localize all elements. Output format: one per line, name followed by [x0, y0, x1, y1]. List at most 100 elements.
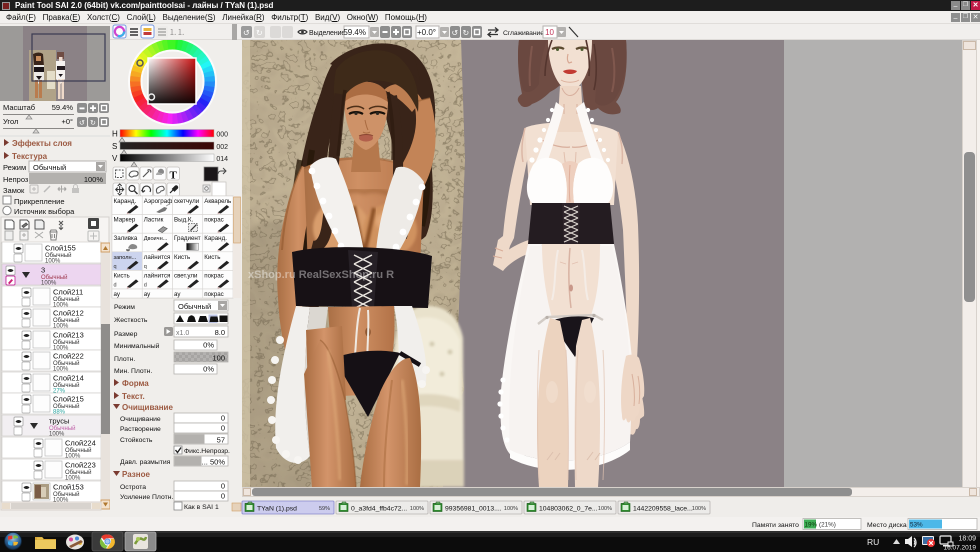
svg-text:Двоичн...: Двоичн...: [144, 236, 168, 242]
svg-text:100: 100: [212, 354, 225, 363]
svg-text:0%: 0%: [203, 365, 214, 374]
svg-text:16.07.2019: 16.07.2019: [943, 545, 976, 552]
svg-text:0: 0: [221, 424, 225, 433]
svg-text:3: 3: [41, 266, 45, 275]
svg-text:заполн...: заполн...: [114, 255, 137, 261]
svg-text:Слой153: Слой153: [53, 483, 84, 492]
svg-text:000: 000: [216, 132, 228, 139]
svg-text:+0°: +0°: [61, 117, 73, 126]
svg-text:S: S: [112, 142, 117, 151]
svg-text:↺: ↺: [452, 29, 459, 38]
svg-text:Очищивание: Очищивание: [120, 416, 161, 423]
svg-text:⒈⒈: ⒈⒈: [169, 28, 185, 37]
svg-text:100%: 100%: [504, 506, 518, 512]
svg-text:скетчули: скетчули: [174, 198, 200, 205]
svg-text:100%: 100%: [53, 324, 69, 330]
svg-text:10: 10: [545, 28, 554, 37]
svg-text:Слой223: Слой223: [65, 461, 96, 470]
svg-text:Масштаб: Масштаб: [3, 103, 35, 112]
svg-text:Слой213: Слой213: [53, 331, 84, 340]
svg-text:Слой211: Слой211: [53, 288, 83, 297]
svg-text:Аэрограф: Аэрограф: [144, 198, 173, 205]
svg-text:100%: 100%: [410, 506, 424, 512]
svg-text:0: 0: [221, 414, 225, 423]
svg-text:... 50%: ... 50%: [202, 458, 226, 467]
svg-text:покрас: покрас: [204, 272, 223, 279]
svg-text:Слой212: Слой212: [53, 309, 84, 318]
svg-text:T: T: [170, 170, 178, 182]
svg-text:Ластик: Ластик: [144, 217, 164, 224]
svg-text:100%: 100%: [65, 476, 81, 482]
svg-text:Острота: Острота: [120, 484, 146, 491]
svg-text:Слой224: Слой224: [65, 439, 96, 448]
svg-text:100%: 100%: [49, 432, 65, 438]
svg-text:x1.0: x1.0: [176, 330, 189, 337]
svg-text:100%: 100%: [41, 281, 57, 287]
svg-text:Слой222: Слой222: [53, 352, 84, 361]
svg-text:Режим: Режим: [114, 304, 135, 311]
svg-text:19%: 19%: [805, 522, 818, 529]
svg-text:Кисть: Кисть: [174, 254, 190, 261]
svg-text:TYaN (1).psd: TYaN (1).psd: [257, 506, 297, 513]
svg-text:↺: ↺: [79, 120, 85, 127]
svg-text:ау: ау: [114, 291, 121, 298]
svg-text:Прикрепление: Прикрепление: [14, 197, 65, 206]
svg-text:Кисть: Кисть: [204, 254, 220, 261]
svg-text:Эффекты слоя: Эффекты слоя: [12, 139, 72, 148]
svg-text:Фикс.Непрозр.: Фикс.Непрозр.: [184, 448, 230, 455]
svg-text:Размер: Размер: [114, 331, 138, 338]
svg-text:100%: 100%: [45, 259, 61, 265]
svg-text:↻: ↻: [90, 120, 96, 127]
svg-text:Непроз.: Непроз.: [3, 175, 30, 184]
svg-text:↺: ↺: [243, 29, 250, 38]
svg-text:Памяти занято: Памяти занято: [752, 522, 799, 529]
svg-text:002: 002: [216, 144, 228, 151]
svg-text:Каранд.: Каранд.: [114, 198, 137, 205]
svg-text:014: 014: [216, 156, 228, 163]
svg-text:Слой214: Слой214: [53, 374, 84, 383]
svg-text:V: V: [112, 154, 118, 163]
svg-text:Выделение: Выделение: [309, 30, 345, 37]
svg-text:Обычный: Обычный: [33, 163, 66, 172]
svg-text:RU: RU: [867, 537, 879, 547]
svg-text:Заливка: Заливка: [114, 235, 138, 242]
svg-text:59.4%: 59.4%: [343, 28, 366, 37]
svg-text:покрас: покрас: [204, 217, 223, 224]
svg-text:Минимальный: Минимальный: [114, 342, 160, 350]
svg-text:Место диска: Место диска: [867, 522, 907, 529]
svg-text:+0.0°: +0.0°: [417, 28, 436, 37]
svg-text:d: d: [114, 282, 117, 288]
svg-text:Разное: Разное: [122, 470, 150, 479]
svg-text:Маркер: Маркер: [114, 217, 136, 224]
svg-text:104803062_0_7e...: 104803062_0_7e...: [539, 506, 598, 513]
svg-text:Давл. размытия: Давл. размытия: [120, 459, 171, 466]
svg-text:покрас: покрас: [204, 291, 223, 298]
svg-text:d: d: [144, 282, 147, 288]
svg-text:Мин. Плотн.: Мин. Плотн.: [114, 368, 152, 375]
svg-text:Растворение: Растворение: [120, 426, 161, 433]
svg-text:↻: ↻: [256, 29, 263, 38]
svg-text:Слой215: Слой215: [53, 395, 84, 404]
svg-text:100%: 100%: [53, 367, 69, 373]
svg-text:0%: 0%: [203, 341, 214, 350]
svg-text:Обычный: Обычный: [178, 302, 211, 311]
svg-text:Каранд.: Каранд.: [204, 235, 227, 242]
svg-text:Текст.: Текст.: [122, 392, 145, 401]
svg-text:Сглаживание: Сглаживание: [503, 30, 544, 37]
svg-text:Выд.К.: Выд.К.: [174, 217, 194, 224]
svg-text:↻: ↻: [463, 29, 470, 38]
svg-text:Слой155: Слой155: [45, 244, 76, 253]
svg-text:88%: 88%: [53, 410, 66, 416]
svg-text:Плотн.: Плотн.: [114, 356, 135, 363]
svg-text:q: q: [144, 264, 147, 270]
svg-text:Акварель: Акварель: [204, 198, 231, 205]
svg-text:100%: 100%: [598, 506, 612, 512]
svg-text:99356981_0013....: 99356981_0013....: [445, 506, 502, 513]
svg-text:q: q: [114, 264, 117, 270]
svg-text:Угол: Угол: [3, 117, 18, 126]
svg-text:53%: 53%: [910, 522, 923, 529]
svg-text:Форма: Форма: [122, 379, 149, 388]
svg-text:0_a3fd4_ffb4c72...: 0_a3fd4_ffb4c72...: [351, 506, 407, 513]
svg-text:100%: 100%: [65, 454, 81, 460]
svg-text:Градиент: Градиент: [174, 235, 201, 242]
